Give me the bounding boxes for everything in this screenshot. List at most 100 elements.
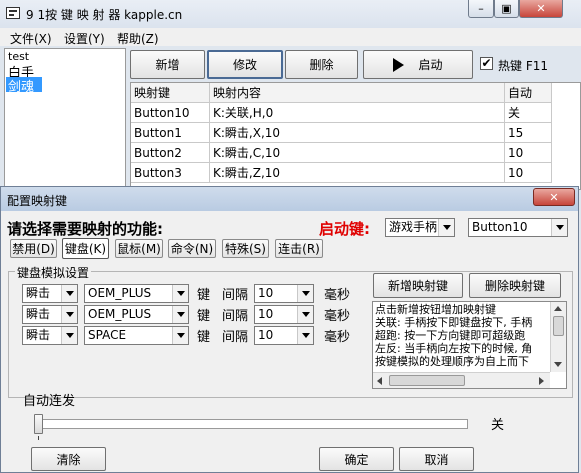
main-window: 9 1按 键 映 射 器 kapple.cn – ▣ ✕ 文件(X) 设置(Y)… [0, 0, 581, 190]
table-cell: Button3 [131, 162, 210, 183]
device-select-value: 游戏手柄 [389, 220, 438, 234]
auto-fire-slider-thumb[interactable] [34, 414, 43, 434]
chevron-down-icon [438, 219, 454, 236]
config-dialog: 配置映射键 ✕ 请选择需要映射的功能: 启动键: 游戏手柄 Button10 禁… [0, 186, 579, 473]
help-text-content: 点击新增按钮增加映射键 关联: 手柄按下即键盘按下, 手柄 超跑: 按一下方向键… [375, 303, 550, 373]
table-row[interactable]: Button2 K:瞬击,C,10 10 [131, 142, 552, 163]
interval-word: 间隔 [222, 309, 249, 324]
chevron-down-icon [61, 285, 77, 302]
key-select-value: OEM_PLUS [88, 307, 152, 321]
scroll-thumb[interactable] [553, 316, 564, 336]
dialog-close-button[interactable]: ✕ [533, 188, 575, 206]
app-icon [6, 7, 20, 19]
key-select-value: SPACE [88, 328, 127, 342]
start-button[interactable]: 启动 [363, 50, 473, 79]
chevron-down-icon [172, 306, 188, 323]
clear-button[interactable]: 清除 [31, 447, 106, 471]
device-select[interactable]: 游戏手柄 [385, 218, 455, 237]
interval-select-value: 10 [258, 286, 274, 300]
button-select-value: Button10 [472, 220, 528, 234]
interval-select[interactable]: 10 [254, 326, 314, 345]
tab-command[interactable]: 命令(N) [168, 239, 216, 258]
table-cell: K:瞬击,C,10 [209, 142, 505, 163]
help-horizontal-scrollbar[interactable] [373, 372, 550, 388]
hotkey-label: 热键 F11 [498, 59, 548, 73]
ms-word: 毫秒 [324, 309, 351, 324]
table-cell: K:瞬击,Z,10 [209, 162, 505, 183]
hotkey-checkbox[interactable]: ✔ [480, 57, 493, 70]
mapping-table: 映射键 映射内容 自动 Button10 K:关联,H,0 关 Button1 … [131, 83, 552, 183]
maximize-button[interactable]: ▣ [494, 0, 519, 18]
cancel-button[interactable]: 取消 [399, 447, 474, 471]
delete-mapping-button[interactable]: 删除映射键 [469, 273, 561, 298]
mode-select[interactable]: 瞬击 [22, 305, 78, 324]
edit-button[interactable]: 修改 [207, 50, 283, 79]
help-line: 点击新增按钮增加映射键 [375, 303, 496, 316]
menu-help[interactable]: 帮助(Z) [117, 30, 159, 47]
key-select[interactable]: OEM_PLUS [84, 284, 189, 303]
interval-word: 间隔 [222, 330, 249, 345]
interval-select[interactable]: 10 [254, 284, 314, 303]
main-titlebar: 9 1按 键 映 射 器 kapple.cn – ▣ ✕ [0, 0, 581, 28]
add-mapping-button[interactable]: 新增映射键 [373, 273, 463, 298]
menu-file[interactable]: 文件(X) [10, 30, 52, 47]
profile-list: test 白手 剑魂 [4, 48, 126, 190]
table-cell: K:瞬击,X,10 [209, 122, 505, 143]
help-textbox[interactable]: 点击新增按钮增加映射键 关联: 手柄按下即键盘按下, 手柄 超跑: 按一下方向键… [372, 301, 567, 389]
ok-button[interactable]: 确定 [319, 447, 394, 471]
tab-mouse[interactable]: 鼠标(M) [115, 239, 163, 258]
tab-combo[interactable]: 连击(R) [275, 239, 323, 258]
key-select-value: OEM_PLUS [88, 286, 152, 300]
close-window-button[interactable]: ✕ [519, 0, 563, 18]
table-cell: Button2 [131, 142, 210, 163]
profile-item[interactable]: 剑魂 [8, 76, 34, 95]
table-cell: Button10 [131, 102, 210, 123]
table-row[interactable]: Button10 K:关联,H,0 关 [131, 102, 552, 123]
scroll-down-icon[interactable] [554, 362, 562, 367]
column-header[interactable]: 映射内容 [209, 83, 505, 103]
key-select[interactable]: SPACE [84, 326, 189, 345]
help-vertical-scrollbar[interactable] [550, 302, 566, 372]
help-line: 按键模拟的处理顺序为自上而下 [375, 355, 529, 368]
minimize-button[interactable]: – [468, 0, 494, 18]
key-word: 键 [197, 309, 211, 324]
mode-select-value: 瞬击 [26, 328, 51, 342]
keyboard-settings-title: 键盘模拟设置 [15, 264, 92, 281]
scroll-right-icon[interactable] [539, 377, 544, 385]
scroll-up-icon[interactable] [554, 306, 562, 311]
ms-word: 毫秒 [324, 288, 351, 303]
mode-select-value: 瞬击 [26, 307, 51, 321]
dialog-titlebar: 配置映射键 ✕ [1, 187, 578, 211]
start-button-label: 启动 [418, 58, 443, 72]
key-word: 键 [197, 288, 211, 303]
scroll-thumb[interactable] [389, 375, 465, 386]
table-row[interactable]: Button3 K:瞬击,Z,10 10 [131, 162, 552, 183]
interval-select-value: 10 [258, 328, 274, 342]
chevron-down-icon [61, 306, 77, 323]
menu-settings[interactable]: 设置(Y) [64, 30, 105, 47]
main-window-title: 9 1按 键 映 射 器 kapple.cn [26, 8, 183, 22]
interval-select[interactable]: 10 [254, 305, 314, 324]
chevron-down-icon [297, 306, 313, 323]
scroll-left-icon[interactable] [377, 377, 382, 385]
mode-select[interactable]: 瞬击 [22, 326, 78, 345]
auto-fire-slider-track[interactable] [38, 419, 468, 429]
tab-disable[interactable]: 禁用(D) [10, 239, 57, 258]
delete-button[interactable]: 删除 [285, 50, 358, 79]
interval-select-value: 10 [258, 307, 274, 321]
chevron-down-icon [172, 327, 188, 344]
add-button[interactable]: 新增 [130, 50, 205, 79]
table-cell: Button1 [131, 122, 210, 143]
key-word: 键 [197, 330, 211, 345]
tab-keyboard[interactable]: 键盘(K) [62, 238, 109, 259]
chevron-down-icon [61, 327, 77, 344]
button-select[interactable]: Button10 [468, 218, 568, 237]
mode-select[interactable]: 瞬击 [22, 284, 78, 303]
table-row[interactable]: Button1 K:瞬击,X,10 15 [131, 122, 552, 143]
table-cell: 15 [504, 122, 552, 143]
tab-special[interactable]: 特殊(S) [222, 239, 269, 258]
start-key-label: 启动键: [319, 220, 370, 238]
column-header[interactable]: 映射键 [131, 83, 210, 103]
column-header[interactable]: 自动 [504, 83, 552, 103]
key-select[interactable]: OEM_PLUS [84, 305, 189, 324]
